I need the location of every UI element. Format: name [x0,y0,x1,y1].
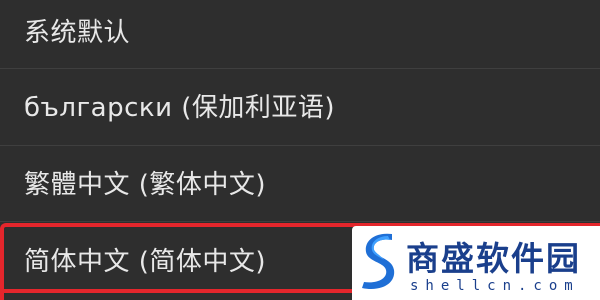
language-option-system-default[interactable]: 系统默认 [0,0,600,66]
language-option-label: 繁體中文 (繁体中文) [24,169,267,200]
language-option-traditional-chinese[interactable]: 繁體中文 (繁体中文) [0,146,600,218]
language-option-bulgarian[interactable]: български (保加利亚语) [0,69,600,141]
watermark-brand-text: 商盛软件园 [406,239,581,278]
language-picker-screen: 系统默认 български (保加利亚语) 繁體中文 (繁体中文) 简体中文 … [0,0,600,300]
watermark-domain-text: shellcn.com [410,278,580,294]
language-option-label: 系统默认 [24,17,131,48]
language-option-label: български (保加利亚语) [24,92,336,123]
s-logo-icon [362,233,395,290]
language-option-label: 简体中文 (简体中文) [24,246,267,277]
divider [0,221,600,222]
watermark-badge: 商盛软件园 shellcn.com [352,226,600,300]
